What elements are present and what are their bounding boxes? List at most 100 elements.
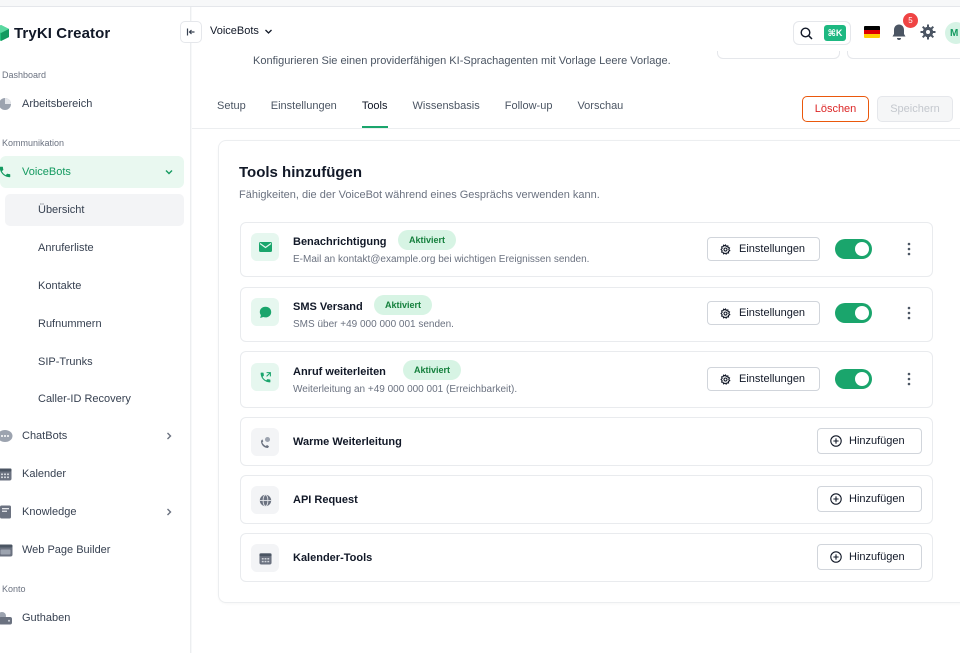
- workspace-icon: [0, 96, 13, 112]
- tool-settings-button[interactable]: Einstellungen: [707, 237, 820, 261]
- tab-wissensbasis[interactable]: Wissensbasis: [413, 100, 480, 128]
- sidebar-item-webpage-builder[interactable]: Web Page Builder: [0, 534, 184, 566]
- mail-icon: [251, 233, 279, 261]
- sidebar-item-arbeitsbereich[interactable]: Arbeitsbereich: [0, 88, 184, 120]
- gear-icon[interactable]: [920, 24, 936, 40]
- tool-name: Warme Weiterleitung: [293, 436, 402, 448]
- calendar-icon: [0, 466, 13, 482]
- tool-row-api-request: API Request Hinzufügen: [240, 475, 933, 524]
- sidebar-subitem-caller-id-recovery[interactable]: Caller-ID Recovery: [5, 383, 184, 415]
- search-icon: [800, 26, 813, 40]
- language-flag-de-icon[interactable]: [864, 26, 880, 38]
- tool-enabled-toggle[interactable]: [835, 239, 872, 259]
- save-button[interactable]: Speichern: [877, 96, 953, 122]
- book-icon: [0, 504, 13, 520]
- globe-icon: [251, 486, 279, 514]
- tool-row-sms-versand: SMS Versand Aktiviert SMS über +49 000 0…: [240, 287, 933, 342]
- partial-control-right: [847, 51, 960, 59]
- sidebar-item-label: VoiceBots: [22, 166, 71, 178]
- add-tool-label: Hinzufügen: [849, 551, 905, 563]
- tool-name: Anruf weiterleiten: [293, 366, 386, 378]
- tool-enabled-toggle[interactable]: [835, 303, 872, 323]
- tab-einstellungen[interactable]: Einstellungen: [271, 100, 337, 128]
- tool-enabled-toggle[interactable]: [835, 369, 872, 389]
- collapse-icon: [186, 28, 195, 36]
- status-badge: Aktiviert: [403, 360, 462, 380]
- sidebar-item-chatbots[interactable]: ChatBots: [0, 420, 184, 452]
- tool-settings-button[interactable]: Einstellungen: [707, 301, 820, 325]
- status-badge: Aktiviert: [398, 230, 457, 250]
- tool-row-benachrichtigung: Benachrichtigung Aktiviert E-Mail an kon…: [240, 222, 933, 277]
- collapse-sidebar-button[interactable]: [180, 21, 202, 43]
- phone-forward-icon: [251, 363, 279, 391]
- plus-circle-icon: [830, 493, 842, 505]
- tool-row-anruf-weiterleiten: Anruf weiterleiten Aktiviert Weiterleitu…: [240, 351, 933, 408]
- tool-description: E-Mail an kontakt@example.org bei wichti…: [293, 254, 590, 265]
- tools-subtitle: Fähigkeiten, die der VoiceBot während ei…: [239, 189, 600, 201]
- tool-row-kalender-tools: Kalender-Tools Hinzufügen: [240, 533, 933, 582]
- section-konto: Konto: [2, 584, 26, 594]
- sidebar-item-knowledge[interactable]: Knowledge: [0, 496, 184, 528]
- tool-description: Weiterleitung an +49 000 000 001 (Erreic…: [293, 384, 518, 395]
- chat-bubble-icon: [251, 298, 279, 326]
- plus-circle-icon: [830, 551, 842, 563]
- wallet-icon: [0, 610, 13, 626]
- browser-window-icon: [0, 542, 13, 558]
- tool-settings-button[interactable]: Einstellungen: [707, 367, 820, 391]
- sidebar-item-voicebots[interactable]: VoiceBots: [0, 156, 184, 188]
- sidebar-item-label: Knowledge: [22, 506, 77, 518]
- delete-button[interactable]: Löschen: [802, 96, 869, 122]
- tab-vorschau[interactable]: Vorschau: [577, 100, 623, 128]
- more-options-icon[interactable]: [905, 242, 913, 256]
- calendar-icon: [251, 544, 279, 572]
- sidebar-item-label: Web Page Builder: [22, 544, 111, 556]
- shortcut-badge: ⌘K: [824, 25, 846, 41]
- tools-title: Tools hinzufügen: [239, 164, 363, 181]
- gear-icon: [720, 373, 731, 385]
- chevron-down-icon: [264, 29, 272, 34]
- tab-bar: Setup Einstellungen Tools Wissensbasis F…: [217, 100, 648, 128]
- sidebar-item-label: Kalender: [22, 468, 67, 480]
- chevron-right-icon: [167, 508, 172, 516]
- gear-icon: [720, 307, 731, 319]
- tool-name: Kalender-Tools: [293, 552, 373, 564]
- add-tool-button[interactable]: Hinzufügen: [817, 486, 922, 512]
- status-badge: Aktiviert: [374, 295, 433, 315]
- tools-card: Tools hinzufügen Fähigkeiten, die der Vo…: [218, 140, 960, 603]
- tab-tools[interactable]: Tools: [361, 100, 388, 128]
- project-selector[interactable]: VoiceBots: [210, 25, 273, 37]
- tool-row-warme-weiterleitung: Warme Weiterleitung Hinzufügen: [240, 417, 933, 466]
- plus-circle-icon: [830, 435, 842, 447]
- tool-name: SMS Versand: [293, 301, 363, 313]
- tool-description: SMS über +49 000 000 001 senden.: [293, 319, 454, 330]
- project-selector-label: VoiceBots: [210, 25, 259, 37]
- sidebar-subitem-anruferliste[interactable]: Anruferliste: [5, 232, 184, 264]
- tool-name: API Request: [293, 494, 358, 506]
- warm-transfer-icon: [251, 428, 279, 456]
- search-button[interactable]: ⌘K: [793, 21, 851, 45]
- brand-name: TryKI Creator: [14, 24, 111, 42]
- tab-setup[interactable]: Setup: [217, 100, 246, 128]
- add-tool-button[interactable]: Hinzufügen: [817, 428, 922, 454]
- tool-settings-label: Einstellungen: [739, 373, 806, 385]
- sidebar-item-kalender[interactable]: Kalender: [0, 458, 184, 490]
- sidebar-item-label: ChatBots: [22, 430, 68, 442]
- section-dashboard: Dashboard: [2, 70, 47, 80]
- tool-settings-label: Einstellungen: [739, 243, 806, 255]
- phone-icon: [0, 164, 13, 180]
- sidebar-subitem-kontakte[interactable]: Kontakte: [5, 270, 184, 302]
- user-avatar[interactable]: M: [945, 22, 960, 44]
- chat-dots-icon: [0, 428, 13, 444]
- sidebar-subitem-uebersicht[interactable]: Übersicht: [5, 194, 184, 226]
- sidebar-subitem-rufnummern[interactable]: Rufnummern: [5, 308, 184, 340]
- more-options-icon[interactable]: [905, 306, 913, 320]
- tab-follow-up[interactable]: Follow-up: [505, 100, 553, 128]
- more-options-icon[interactable]: [905, 372, 913, 386]
- add-tool-button[interactable]: Hinzufügen: [817, 544, 922, 570]
- chevron-down-icon: [165, 170, 173, 175]
- sidebar-subitem-sip-trunks[interactable]: SIP-Trunks: [5, 346, 184, 378]
- tool-settings-label: Einstellungen: [739, 307, 806, 319]
- sidebar-item-guthaben[interactable]: Guthaben: [0, 602, 184, 634]
- brand[interactable]: TryKI Creator: [0, 23, 110, 43]
- gear-icon: [720, 243, 731, 255]
